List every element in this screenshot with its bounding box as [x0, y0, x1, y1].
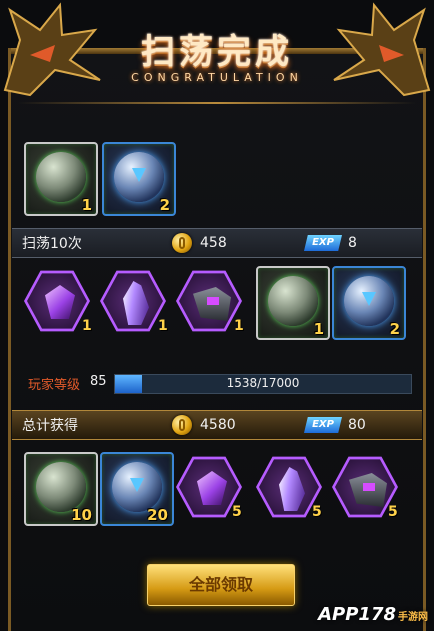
green-orb-icon — [268, 276, 318, 326]
gold-coin-icon — [172, 233, 192, 253]
watermark-subtext: 手游网 — [398, 612, 428, 623]
item-quantity: 10 — [71, 506, 92, 524]
header: 扫荡完成 CONGRATULATION — [0, 24, 434, 84]
total-gold-value: 4580 — [200, 417, 236, 433]
reward-item-green-orb[interactable]: 1 — [256, 266, 330, 340]
player-level-label: 玩家等级 — [28, 378, 81, 393]
reward-item-green-orb[interactable]: 10 — [24, 452, 98, 526]
watermark-text: APP178 — [318, 604, 396, 625]
exp-progress-text: 1538/17000 — [226, 376, 300, 390]
green-orb-icon — [36, 462, 86, 512]
purple-gem-icon — [197, 471, 227, 505]
sweep-summary-bar: 扫荡10次 458 EXP 8 — [12, 228, 422, 258]
purple-crystal-icon — [123, 281, 149, 325]
armor-icon — [193, 287, 231, 321]
total-summary-bar: 总计获得 4580 EXP 80 — [12, 410, 422, 440]
item-quantity: 5 — [232, 504, 242, 520]
reward-item-blue-orb[interactable]: 2 — [102, 142, 176, 216]
blue-orb-icon — [114, 152, 164, 202]
item-quantity: 1 — [313, 320, 324, 338]
item-quantity: 5 — [312, 504, 322, 520]
total-exp-value: 80 — [348, 417, 366, 433]
reward-item-blue-orb[interactable]: 2 — [332, 266, 406, 340]
armor-icon — [349, 473, 387, 507]
page-title: 扫荡完成 — [141, 32, 293, 72]
divider — [18, 102, 416, 104]
gold-coin-icon — [172, 415, 192, 435]
blue-orb-icon — [344, 276, 394, 326]
player-level-row: 玩家等级 85 1538/17000 — [28, 372, 414, 394]
claim-all-button[interactable]: 全部领取 — [147, 564, 295, 606]
exp-progress-bar: 1538/17000 — [114, 374, 412, 394]
blue-orb-icon — [112, 462, 162, 512]
item-quantity: 1 — [82, 318, 92, 334]
item-quantity: 1 — [234, 318, 244, 334]
sweep-count-label: 扫荡10次 — [22, 236, 82, 252]
sweep-exp-value: 8 — [348, 235, 357, 251]
site-watermark: APP178 手游网 — [318, 604, 428, 625]
item-quantity: 2 — [159, 196, 170, 214]
green-orb-icon — [36, 152, 86, 202]
exp-icon: EXP — [304, 235, 342, 251]
sweep-gold-value: 458 — [200, 235, 227, 251]
item-quantity: 20 — [147, 506, 168, 524]
total-label: 总计获得 — [22, 418, 78, 434]
page-subtitle: CONGRATULATION — [131, 71, 303, 84]
purple-crystal-icon — [279, 467, 305, 511]
exp-icon: EXP — [304, 417, 342, 433]
item-quantity: 1 — [81, 196, 92, 214]
reward-item-green-orb[interactable]: 1 — [24, 142, 98, 216]
item-quantity: 1 — [158, 318, 168, 334]
purple-gem-icon — [45, 285, 75, 319]
player-level-value: 85 — [90, 374, 107, 389]
item-quantity: 5 — [388, 504, 398, 520]
reward-item-blue-orb[interactable]: 20 — [100, 452, 174, 526]
item-quantity: 2 — [389, 320, 400, 338]
